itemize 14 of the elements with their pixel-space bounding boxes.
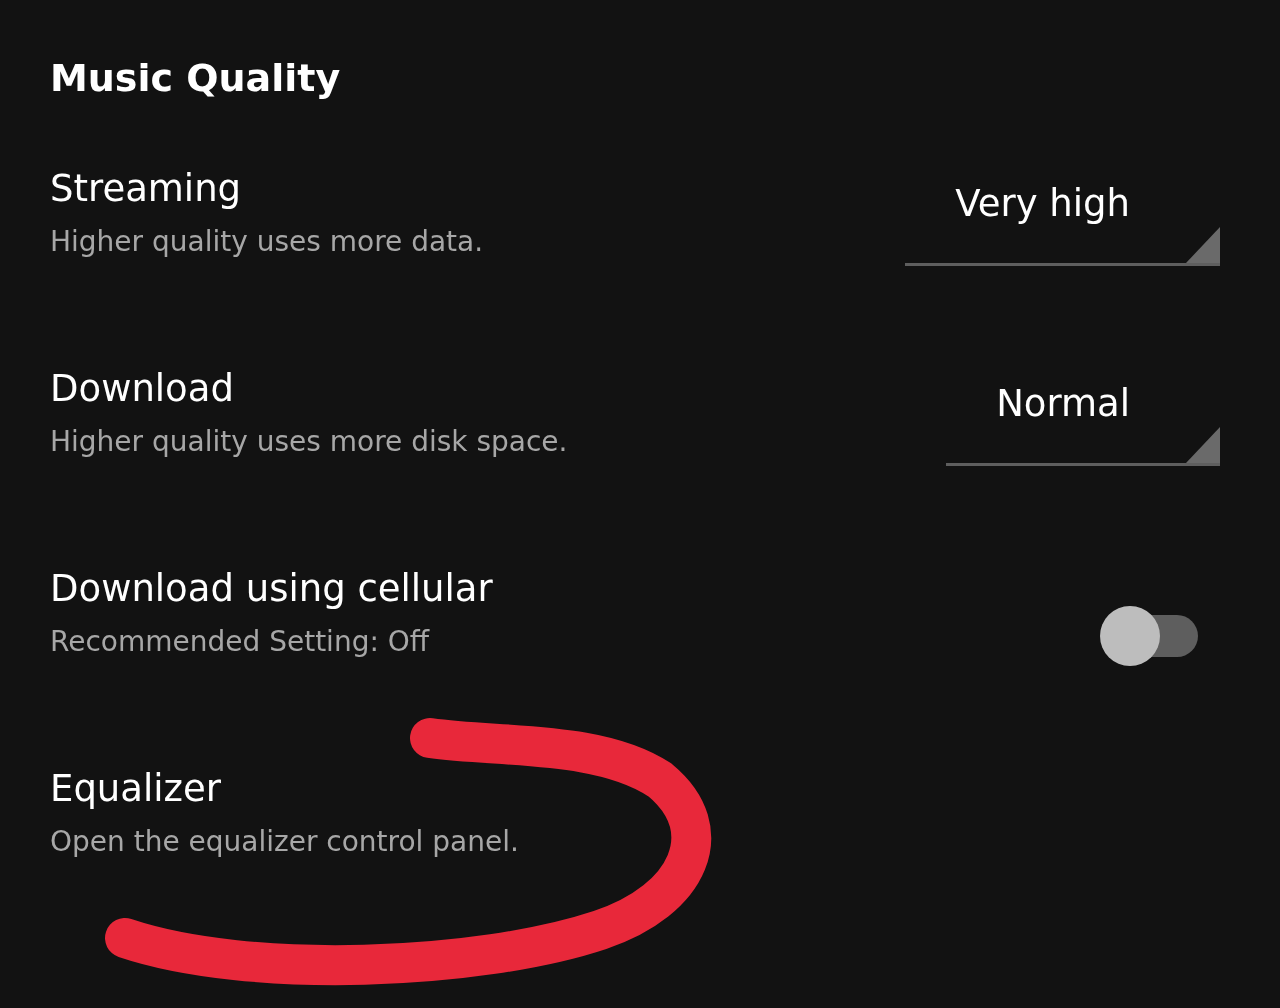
setting-title: Download using cellular [50, 566, 493, 612]
corner-triangle-icon [1186, 427, 1220, 463]
corner-triangle-icon [1186, 227, 1220, 263]
setting-description: Higher quality uses more data. [50, 224, 484, 260]
setting-title: Streaming [50, 166, 243, 212]
setting-description: Open the equalizer control panel. [50, 824, 519, 860]
quality-dropdown[interactable]: Very high [905, 176, 1220, 266]
toggle-switch[interactable] [1100, 606, 1198, 666]
quality-dropdown[interactable]: Normal [946, 376, 1220, 466]
section-title: Music Quality [50, 55, 342, 102]
setting-description: Higher quality uses more disk space. [50, 424, 568, 460]
setting-title: Download [50, 366, 235, 412]
setting-title: Equalizer [50, 766, 222, 812]
setting-description: Recommended Setting: Off [50, 624, 431, 660]
